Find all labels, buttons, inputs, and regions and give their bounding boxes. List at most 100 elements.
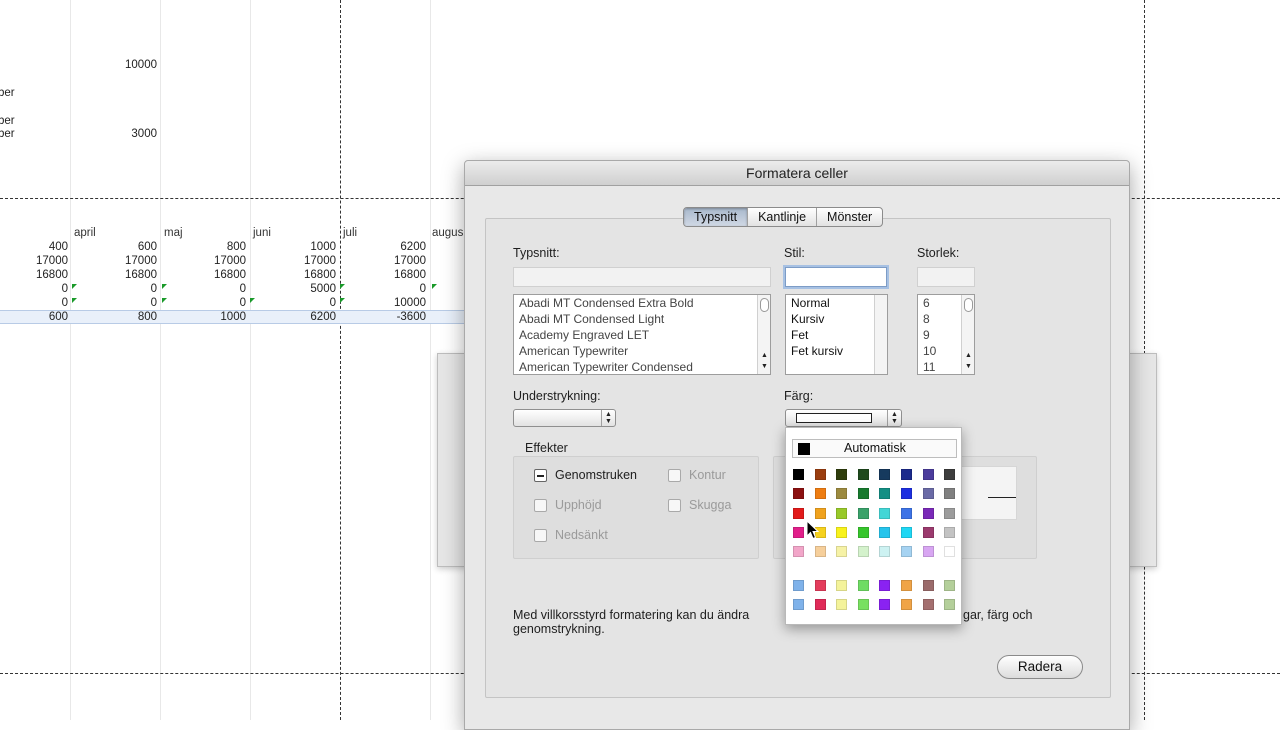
- cell-value[interactable]: 10000: [346, 297, 426, 309]
- scrollbar[interactable]: ▲ ▼: [757, 295, 770, 374]
- cell-label[interactable]: ber: [0, 128, 15, 140]
- color-swatch[interactable]: [922, 469, 934, 480]
- superscript-checkbox[interactable]: Upphöjd: [534, 498, 602, 512]
- color-swatch[interactable]: [944, 469, 956, 480]
- scroll-thumb[interactable]: [760, 298, 769, 312]
- cell-value[interactable]: 0: [0, 297, 68, 309]
- color-swatch[interactable]: [793, 488, 804, 500]
- subscript-checkbox[interactable]: Nedsänkt: [534, 528, 608, 542]
- color-swatch[interactable]: [944, 546, 956, 558]
- cell-value[interactable]: 1000: [256, 241, 336, 253]
- color-swatch[interactable]: [814, 580, 826, 591]
- scroll-up-icon[interactable]: ▲: [758, 352, 770, 360]
- underline-select[interactable]: ▲ ▼: [513, 409, 616, 427]
- color-swatch[interactable]: [857, 599, 869, 611]
- outline-checkbox[interactable]: Kontur: [668, 468, 726, 482]
- color-swatch[interactable]: [922, 507, 934, 519]
- color-swatch[interactable]: [814, 488, 826, 500]
- cell-value[interactable]: 0: [77, 283, 157, 295]
- color-swatch[interactable]: [814, 546, 826, 558]
- color-swatch[interactable]: [901, 546, 912, 558]
- color-swatch[interactable]: [922, 599, 934, 611]
- cell-value[interactable]: 16800: [256, 269, 336, 281]
- month-header[interactable]: juli: [343, 227, 357, 239]
- color-select[interactable]: ▲ ▼: [785, 409, 902, 427]
- cell-value[interactable]: 17000: [256, 255, 336, 267]
- month-header[interactable]: augus: [432, 227, 463, 239]
- color-swatch[interactable]: [793, 507, 804, 519]
- font-list[interactable]: Abadi MT Condensed Extra Bold Abadi MT C…: [513, 294, 771, 375]
- font-input[interactable]: [513, 267, 771, 287]
- cell-value[interactable]: 6200: [346, 241, 426, 253]
- color-swatch[interactable]: [879, 488, 891, 500]
- cell-value[interactable]: 0: [256, 297, 336, 309]
- color-swatch[interactable]: [944, 526, 956, 538]
- scroll-down-icon[interactable]: ▼: [962, 363, 974, 371]
- color-swatch[interactable]: [944, 580, 956, 591]
- month-header[interactable]: juni: [253, 227, 271, 239]
- scroll-up-icon[interactable]: ▲: [962, 352, 974, 360]
- style-input[interactable]: [785, 267, 887, 287]
- color-swatch[interactable]: [922, 488, 934, 500]
- color-swatch[interactable]: [836, 488, 848, 500]
- size-list[interactable]: 6 8 9 10 11 ▲ ▼: [917, 294, 975, 375]
- cell-value[interactable]: 17000: [346, 255, 426, 267]
- scroll-thumb[interactable]: [964, 298, 973, 312]
- size-input[interactable]: [917, 267, 975, 287]
- color-swatch[interactable]: [944, 488, 956, 500]
- color-swatch[interactable]: [836, 546, 848, 558]
- list-item[interactable]: American Typewriter Condensed: [514, 359, 770, 374]
- cell-value[interactable]: 17000: [77, 255, 157, 267]
- tab-border[interactable]: Kantlinje: [748, 208, 818, 226]
- color-swatch[interactable]: [836, 580, 848, 591]
- cell-label[interactable]: ber: [0, 115, 15, 127]
- color-swatch[interactable]: [922, 526, 934, 538]
- color-swatch[interactable]: [836, 526, 848, 538]
- color-swatch[interactable]: [793, 546, 804, 558]
- list-item[interactable]: Abadi MT Condensed Light: [514, 311, 770, 327]
- color-swatch[interactable]: [944, 507, 956, 519]
- color-swatch[interactable]: [879, 599, 891, 611]
- month-header[interactable]: april: [74, 227, 96, 239]
- list-item[interactable]: American Typewriter: [514, 343, 770, 359]
- cell-value[interactable]: 600: [77, 241, 157, 253]
- color-swatch[interactable]: [814, 507, 826, 519]
- list-item[interactable]: Abadi MT Condensed Extra Bold: [514, 295, 770, 311]
- delete-button[interactable]: Radera: [997, 655, 1083, 679]
- color-swatch[interactable]: [901, 526, 912, 538]
- list-item[interactable]: Fet: [786, 327, 887, 343]
- cell-value[interactable]: 6200: [256, 311, 336, 323]
- cell-value[interactable]: 16800: [0, 269, 68, 281]
- scrollbar[interactable]: [874, 295, 887, 374]
- color-swatch[interactable]: [836, 469, 848, 480]
- month-header[interactable]: maj: [164, 227, 183, 239]
- color-swatch[interactable]: [814, 469, 826, 480]
- color-swatch[interactable]: [793, 526, 804, 538]
- cell-value[interactable]: 3000: [77, 128, 157, 140]
- cell-value[interactable]: 400: [0, 241, 68, 253]
- shadow-checkbox[interactable]: Skugga: [668, 498, 731, 512]
- cell-value[interactable]: 5000: [256, 283, 336, 295]
- cell-value[interactable]: 0: [0, 283, 68, 295]
- color-swatch[interactable]: [879, 546, 891, 558]
- tab-pattern[interactable]: Mönster: [817, 208, 882, 226]
- color-swatch[interactable]: [879, 526, 891, 538]
- color-swatch[interactable]: [901, 599, 912, 611]
- color-swatch[interactable]: [879, 580, 891, 591]
- color-swatch[interactable]: [901, 580, 912, 591]
- color-swatch[interactable]: [901, 507, 912, 519]
- cell-value[interactable]: 800: [77, 311, 157, 323]
- color-swatch[interactable]: [836, 507, 848, 519]
- color-swatch[interactable]: [836, 599, 848, 611]
- color-swatch[interactable]: [879, 507, 891, 519]
- cell-value[interactable]: 0: [166, 297, 246, 309]
- color-swatch[interactable]: [857, 469, 869, 480]
- scrollbar[interactable]: ▲ ▼: [961, 295, 974, 374]
- cell-value[interactable]: 16800: [346, 269, 426, 281]
- cell-value[interactable]: 800: [166, 241, 246, 253]
- tab-font[interactable]: Typsnitt: [684, 208, 749, 226]
- color-swatch[interactable]: [857, 488, 869, 500]
- automatic-color-button[interactable]: Automatisk: [792, 439, 957, 458]
- color-swatch[interactable]: [857, 507, 869, 519]
- color-swatch[interactable]: [814, 599, 826, 611]
